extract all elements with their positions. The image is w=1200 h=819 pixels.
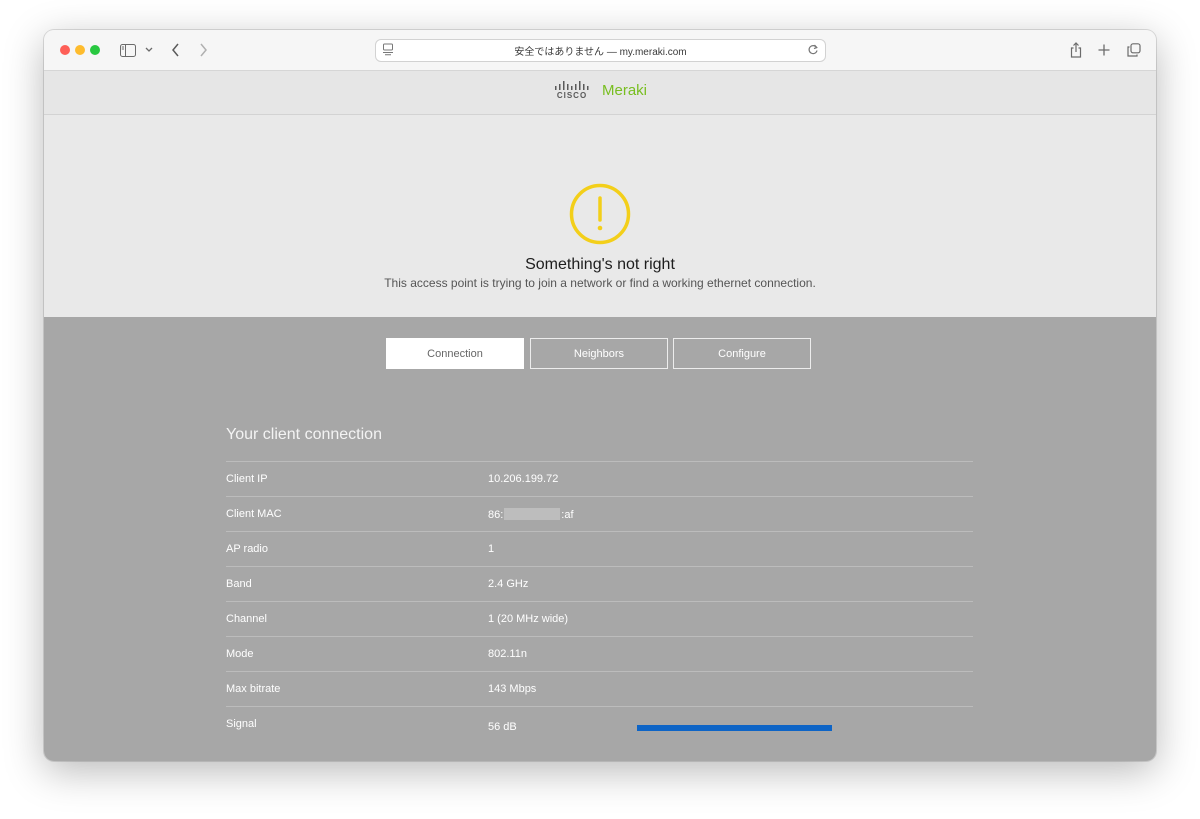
browser-window: 安全ではありません — my.meraki.com CISCO Meraki S…	[44, 30, 1156, 761]
warning-icon	[569, 183, 631, 245]
table-row: Client IP 10.206.199.72	[226, 461, 973, 496]
row-label: Client IP	[226, 473, 268, 485]
redacted-mac-block	[504, 508, 561, 520]
row-value: 56 dB	[488, 721, 517, 733]
chevron-down-icon[interactable]	[143, 40, 155, 60]
cisco-meraki-logo: CISCO Meraki	[554, 81, 647, 100]
row-label: Client MAC	[226, 508, 282, 520]
row-label: Mode	[226, 648, 254, 660]
back-icon[interactable]	[168, 40, 182, 60]
row-label: Max bitrate	[226, 683, 281, 695]
table-row: Max bitrate 143 Mbps	[226, 671, 973, 706]
row-label: Band	[226, 578, 252, 590]
section-title: Your client connection	[226, 426, 382, 443]
page-icon[interactable]	[382, 43, 394, 59]
row-label: Signal	[226, 718, 257, 730]
status-title: Something's not right	[525, 256, 675, 273]
meraki-wordmark: Meraki	[602, 82, 648, 99]
table-row: Channel 1 (20 MHz wide)	[226, 601, 973, 636]
browser-toolbar: 安全ではありません — my.meraki.com	[44, 30, 1156, 71]
cisco-bars-icon	[555, 81, 589, 90]
address-bar[interactable]: 安全ではありません — my.meraki.com	[375, 39, 826, 62]
row-value: 143 Mbps	[488, 683, 537, 695]
table-row: AP radio 1	[226, 531, 973, 566]
address-text: 安全ではありません — my.meraki.com	[514, 47, 687, 58]
status-hero: Something's not right This access point …	[44, 115, 1156, 317]
row-value: 10.206.199.72	[488, 473, 559, 485]
mac-prefix: 86:	[488, 509, 504, 521]
table-row: Client MAC 86: :af	[226, 496, 973, 531]
plus-icon[interactable]	[1097, 40, 1111, 60]
details-panel: Connection Neighbors Configure Your clie…	[44, 317, 1156, 761]
row-label: AP radio	[226, 543, 268, 555]
table-row: Mode 802.11n	[226, 636, 973, 671]
brand-header: CISCO Meraki	[44, 71, 1156, 115]
mac-suffix: :af	[561, 509, 574, 521]
status-subtitle: This access point is trying to join a ne…	[384, 276, 816, 290]
cisco-wordmark: CISCO	[556, 91, 588, 100]
table-row: Signal 56 dB	[226, 706, 973, 741]
cisco-logo: CISCO	[554, 81, 590, 100]
reload-icon[interactable]	[807, 43, 819, 59]
web-page: CISCO Meraki Something's not right This …	[44, 71, 1156, 761]
row-label: Channel	[226, 613, 267, 625]
tab-neighbors[interactable]: Neighbors	[530, 338, 668, 369]
row-value: 1 (20 MHz wide)	[488, 613, 569, 625]
connection-table: Client IP 10.206.199.72 Client MAC 86: :a…	[226, 461, 973, 741]
close-window-button[interactable]	[60, 45, 70, 55]
row-value: 86: :af	[488, 508, 574, 521]
share-icon[interactable]	[1069, 40, 1083, 60]
row-value: 2.4 GHz	[488, 578, 529, 590]
row-value: 802.11n	[488, 648, 527, 660]
minimize-window-button[interactable]	[75, 45, 85, 55]
tab-connection[interactable]: Connection	[386, 338, 524, 369]
tab-configure[interactable]: Configure	[673, 338, 811, 369]
row-value: 1	[488, 543, 495, 555]
sidebar-icon[interactable]	[119, 40, 137, 60]
signal-strength-bar	[637, 725, 832, 731]
table-row: Band 2.4 GHz	[226, 566, 973, 601]
forward-icon[interactable]	[196, 40, 210, 60]
zoom-window-button[interactable]	[90, 45, 100, 55]
tabs-icon[interactable]	[1126, 40, 1142, 60]
